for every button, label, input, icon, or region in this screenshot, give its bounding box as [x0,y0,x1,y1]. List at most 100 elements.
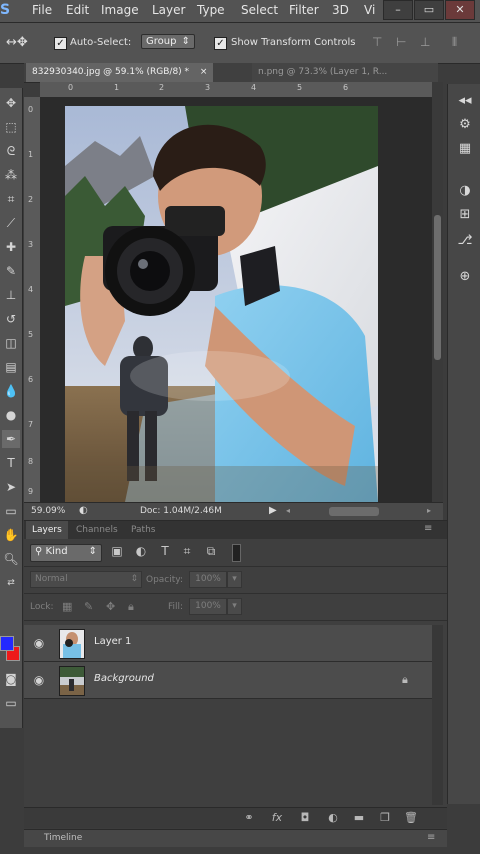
eye-icon[interactable]: ◉ [32,636,46,650]
scroll-left-icon[interactable]: ◂ [286,506,290,515]
swatches-panel-icon[interactable]: ⊞ [456,206,474,224]
filter-type-icon[interactable]: T [158,544,172,558]
dodge-tool-icon[interactable]: ● [2,406,20,424]
clone-stamp-icon[interactable]: ⊥ [2,286,20,304]
layer-name[interactable]: Layer 1 [94,636,131,647]
filter-adjustment-icon[interactable]: ◐ [134,544,148,558]
tab-paths[interactable]: Paths [125,521,161,539]
gradient-tool-icon[interactable]: ▤ [2,358,20,376]
history-brush-icon[interactable]: ↺ [2,310,20,328]
blur-tool-icon[interactable]: 💧 [2,382,20,400]
transform-controls-checkbox[interactable]: ✓ [214,37,227,50]
status-info-icon[interactable]: ◐ [79,505,88,516]
tab-layers[interactable]: Layers [26,521,68,539]
pen-tool-icon[interactable]: ✒ [2,430,20,448]
lock-position-icon[interactable]: ✥ [106,600,115,613]
brush-tool-icon[interactable]: ✎ [2,262,20,280]
scroll-right-icon[interactable]: ▸ [427,506,431,515]
align-middle-icon[interactable]: ⊢ [396,35,406,49]
close-icon[interactable]: × [200,67,208,77]
quick-mask-icon[interactable]: ◙ [2,670,20,688]
timeline-label[interactable]: Timeline [44,833,82,843]
eye-icon[interactable]: ◉ [32,673,46,687]
filter-shape-icon[interactable]: ⌗ [180,544,194,558]
move-tool-icon[interactable]: ↔✥ [6,35,28,50]
menu-3d[interactable]: 3D [332,3,349,17]
lasso-tool-icon[interactable]: ᘓ [2,142,20,160]
tab-channels[interactable]: Channels [70,521,124,539]
align-bottom-icon[interactable]: ⊥ [420,35,430,49]
menu-type[interactable]: Type [197,3,225,17]
screen-mode-icon[interactable]: ▭ [2,694,20,712]
fx-icon[interactable]: fx [270,811,284,825]
eyedropper-tool-icon[interactable]: ⟋ [2,214,20,232]
lock-all-icon[interactable]: 🔒︎ [128,600,134,614]
document-image[interactable] [65,106,378,502]
quick-select-tool-icon[interactable]: ⁂ [2,166,20,184]
type-tool-icon[interactable]: T [2,454,20,472]
layers-scrollbar[interactable] [432,625,443,805]
blend-mode-dropdown[interactable]: Normal ⇕ [30,571,142,588]
mask-icon[interactable]: ◘ [298,811,312,825]
adjustment-icon[interactable]: ◐ [326,811,340,825]
fill-slider-arrow-icon[interactable]: ▾ [227,598,242,615]
menu-view[interactable]: Vi [364,3,375,17]
lock-pixels-icon[interactable]: ✎ [84,600,93,613]
layer-name[interactable]: Background [94,673,154,684]
trash-icon[interactable]: 🗑︎ [404,811,418,825]
marquee-tool-icon[interactable]: ⬚ [2,118,20,136]
link-icon[interactable]: ⚭ [242,811,256,825]
filter-toggle-switch[interactable] [232,544,241,562]
panel-menu-icon[interactable]: ≡ [424,523,432,534]
crop-tool-icon[interactable]: ⌗ [2,190,20,208]
vertical-scrollbar-thumb[interactable] [434,215,441,360]
tab-document-1[interactable]: 832930340.jpg @ 59.1% (RGB/8) * × [26,63,214,82]
new-layer-icon[interactable]: ❐ [378,811,392,825]
lock-transparent-icon[interactable]: ▦ [62,600,72,613]
filter-kind-dropdown[interactable]: ⚲ Kind ⇕ [30,544,102,562]
opacity-slider-arrow-icon[interactable]: ▾ [227,571,242,588]
filter-smart-object-icon[interactable]: ⧉ [204,544,218,558]
color-panel-icon[interactable]: ◑ [456,182,474,200]
align-top-icon[interactable]: ⊤ [372,35,382,49]
history-panel-icon[interactable]: ⚙ [456,116,474,134]
move-tool-icon[interactable]: ✥ [2,94,20,112]
horizontal-scrollbar-thumb[interactable] [329,507,379,516]
menu-select[interactable]: Select [241,3,278,17]
filter-pixel-icon[interactable]: ▣ [110,544,124,558]
foreground-color-swatch[interactable] [0,636,14,651]
adjustments-panel-icon[interactable]: ⎇ [456,232,474,250]
zoom-level[interactable]: 59.09% [31,506,65,516]
maximize-button[interactable]: ▭ [414,0,444,20]
tab-document-2[interactable]: n.png @ 73.3% (Layer 1, R... [252,63,438,82]
opacity-input[interactable]: 100% [189,571,227,588]
menu-image[interactable]: Image [101,3,139,17]
panel-collapse-icon[interactable]: ◂◂ [456,92,474,110]
eraser-tool-icon[interactable]: ◫ [2,334,20,352]
menu-filter[interactable]: Filter [289,3,319,17]
close-window-button[interactable]: ✕ [445,0,475,20]
folder-icon[interactable]: ▬ [352,811,366,825]
ruler-tick: 4 [28,285,34,294]
distribute-icon[interactable]: ⫴ [452,35,457,50]
menu-layer[interactable]: Layer [152,3,185,17]
status-menu-arrow-icon[interactable]: ▶ [269,505,277,516]
panel-menu-icon[interactable]: ≡ [427,832,435,843]
zoom-tool-icon[interactable]: 🔍︎ [2,550,20,568]
auto-select-checkbox[interactable]: ✓ [54,37,67,50]
fill-input[interactable]: 100% [189,598,227,615]
auto-select-dropdown[interactable]: Group ⇕ [141,34,195,49]
layer-row-background[interactable]: ◉ Background 🔒︎ [24,662,432,699]
minimize-button[interactable]: – [383,0,413,20]
properties-panel-icon[interactable]: ▦ [456,140,474,158]
menu-file[interactable]: File [32,3,52,17]
menu-edit[interactable]: Edit [66,3,89,17]
hand-tool-icon[interactable]: ✋ [2,526,20,544]
swap-colors-icon[interactable]: ⇄ [2,574,20,592]
shape-tool-icon[interactable]: ▭ [2,502,20,520]
healing-brush-icon[interactable]: ✚ [2,238,20,256]
blend-mode-value: Normal [35,574,68,584]
layer-row-layer-1[interactable]: ◉ Layer 1 [24,625,432,662]
path-select-icon[interactable]: ➤ [2,478,20,496]
styles-panel-icon[interactable]: ⊕ [456,268,474,286]
